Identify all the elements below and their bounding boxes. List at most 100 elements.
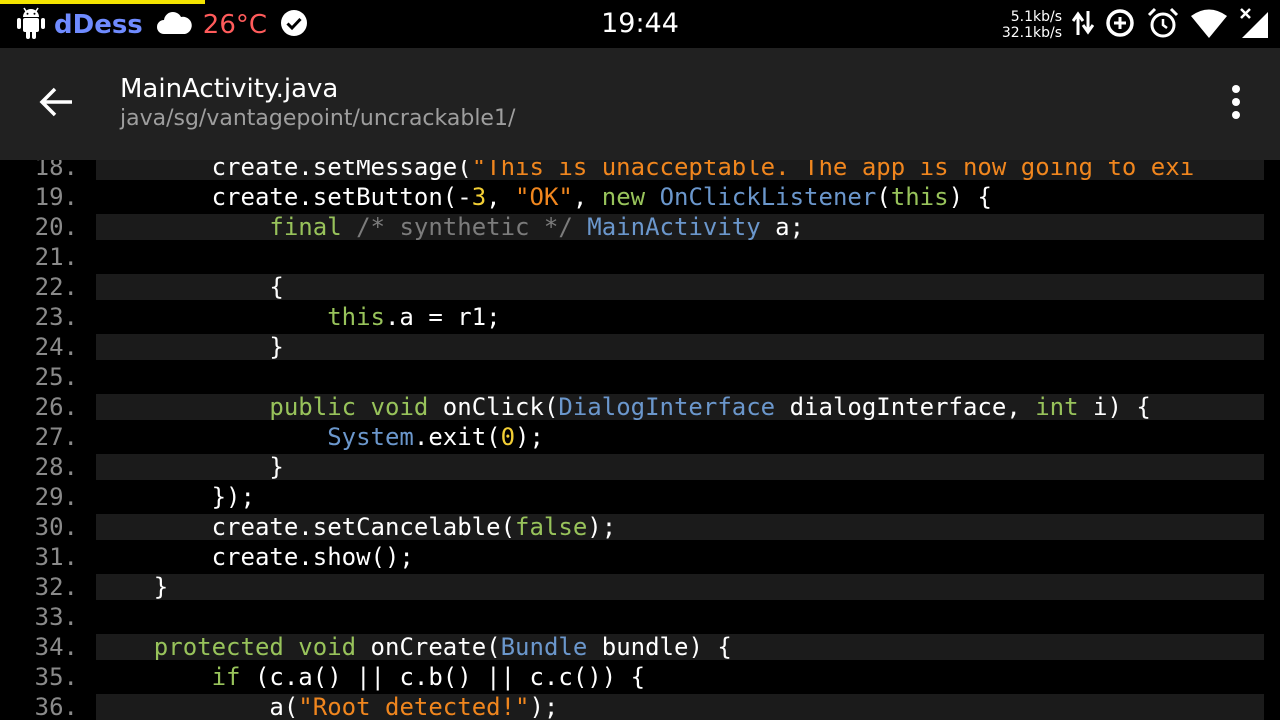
code-token: ) { — [948, 183, 992, 211]
code-token: } — [96, 453, 284, 481]
code-text: protected void onCreate(Bundle bundle) { — [96, 632, 732, 662]
line-number: 21. — [34, 243, 78, 271]
download-speed: 32.1kb/s — [1001, 25, 1062, 41]
code-text: create.setCancelable(false); — [96, 512, 617, 542]
code-token: final — [269, 213, 342, 241]
code-text: this.a = r1; — [96, 302, 501, 332]
code-token: "OK" — [515, 183, 573, 211]
line-number: 27. — [34, 423, 78, 451]
code-line: 23. this.a = r1; — [0, 302, 1280, 332]
line-number: 35. — [34, 663, 78, 691]
line-number: 34. — [34, 633, 78, 661]
status-bar: dDess 26°C 19:44 5.1kb/s 32.1kb/s — [0, 0, 1280, 48]
code-token: "This is unacceptable. The app is now go… — [471, 160, 1195, 181]
upload-speed: 5.1kb/s — [1010, 9, 1062, 25]
code-text: }); — [96, 482, 255, 512]
code-token: if — [211, 663, 241, 691]
code-text: a("Root detected!"); — [96, 692, 558, 720]
page-title: MainActivity.java — [120, 74, 339, 104]
line-number: 19. — [34, 183, 78, 211]
code-text: create.setMessage("This is unacceptable.… — [96, 160, 1195, 182]
code-token: .a = r1; — [384, 303, 501, 331]
network-speed: 5.1kb/s 32.1kb/s — [1002, 9, 1062, 41]
code-text: } — [96, 332, 283, 362]
code-line: 20. final /* synthetic */ MainActivity a… — [0, 212, 1280, 242]
code-token: false — [515, 513, 588, 541]
code-text: create.setButton(-3, "OK", new OnClickLi… — [96, 182, 992, 212]
code-token: }); — [96, 483, 255, 511]
line-number: 24. — [34, 333, 78, 361]
back-button[interactable] — [30, 78, 82, 130]
signal-no-data-icon — [1238, 6, 1270, 44]
code-text: } — [96, 572, 168, 602]
code-line: 33. — [0, 602, 1280, 632]
code-token: public — [269, 393, 357, 421]
more-vert-icon — [1230, 84, 1242, 124]
code-token: System — [327, 423, 414, 451]
data-transfer-icon — [1071, 8, 1095, 42]
code-text: final /* synthetic */ MainActivity a; — [96, 212, 804, 242]
alarm-icon — [1146, 6, 1180, 44]
line-number: 31. — [34, 543, 78, 571]
code-text: { — [96, 272, 284, 302]
code-token: void — [298, 633, 357, 661]
code-token: protected — [153, 633, 284, 661]
code-line: 24. } — [0, 332, 1280, 362]
code-token: ); — [515, 423, 544, 451]
file-path-subtitle: java/sg/vantagepoint/uncrackable1/ — [120, 106, 516, 131]
code-token: Bundle — [500, 633, 588, 661]
code-token: this — [890, 183, 949, 211]
code-token: DialogInterface — [558, 393, 776, 421]
code-token: bundle) { — [587, 633, 732, 661]
arrow-back-icon — [38, 86, 74, 122]
code-token: void — [370, 393, 429, 421]
code-line: 27. System.exit(0); — [0, 422, 1280, 452]
code-line: 28. } — [0, 452, 1280, 482]
overflow-menu-button[interactable] — [1212, 72, 1260, 136]
code-line: 30. create.setCancelable(false); — [0, 512, 1280, 542]
code-line: 21. — [0, 242, 1280, 272]
code-token: } — [96, 573, 169, 601]
code-token: onClick( — [428, 393, 559, 421]
data-saver-icon — [1104, 7, 1136, 43]
code-line: 26. public void onClick(DialogInterface … — [0, 392, 1280, 422]
code-token: a( — [96, 693, 299, 720]
code-token: create.setMessage( — [96, 160, 472, 181]
code-token: a; — [760, 213, 805, 241]
code-line: 34. protected void onCreate(Bundle bundl… — [0, 632, 1280, 662]
line-number: 18. — [34, 160, 78, 181]
code-token: { — [96, 273, 284, 301]
code-token: i) { — [1078, 393, 1151, 421]
code-token: /* synthetic */ — [356, 213, 573, 241]
code-token: create.setCancelable( — [96, 513, 516, 541]
code-token: MainActivity — [587, 213, 761, 241]
code-text: create.show(); — [96, 542, 414, 572]
code-text: System.exit(0); — [96, 422, 544, 452]
line-number: 25. — [34, 363, 78, 391]
code-token: ); — [529, 693, 559, 720]
line-number: 36. — [34, 693, 78, 720]
code-lines: 18. create.setMessage("This is unaccepta… — [0, 160, 1280, 720]
code-token: , — [572, 183, 602, 211]
code-line-stripe — [96, 574, 1264, 600]
code-viewer[interactable]: 18. create.setMessage("This is unaccepta… — [0, 160, 1280, 720]
app-toolbar: MainActivity.java java/sg/vantagepoint/u… — [0, 48, 1280, 160]
code-line: 31. create.show(); — [0, 542, 1280, 572]
code-token: dialogInterface, — [775, 393, 1036, 421]
code-line: 19. create.setButton(-3, "OK", new OnCli… — [0, 182, 1280, 212]
line-number: 33. — [34, 603, 78, 631]
code-token: (c.a() || c.b() || c.c()) { — [240, 663, 646, 691]
code-line: 29. }); — [0, 482, 1280, 512]
code-token: create.show(); — [96, 543, 414, 571]
code-token: create.setButton(- — [96, 183, 472, 211]
code-token: , — [486, 183, 516, 211]
